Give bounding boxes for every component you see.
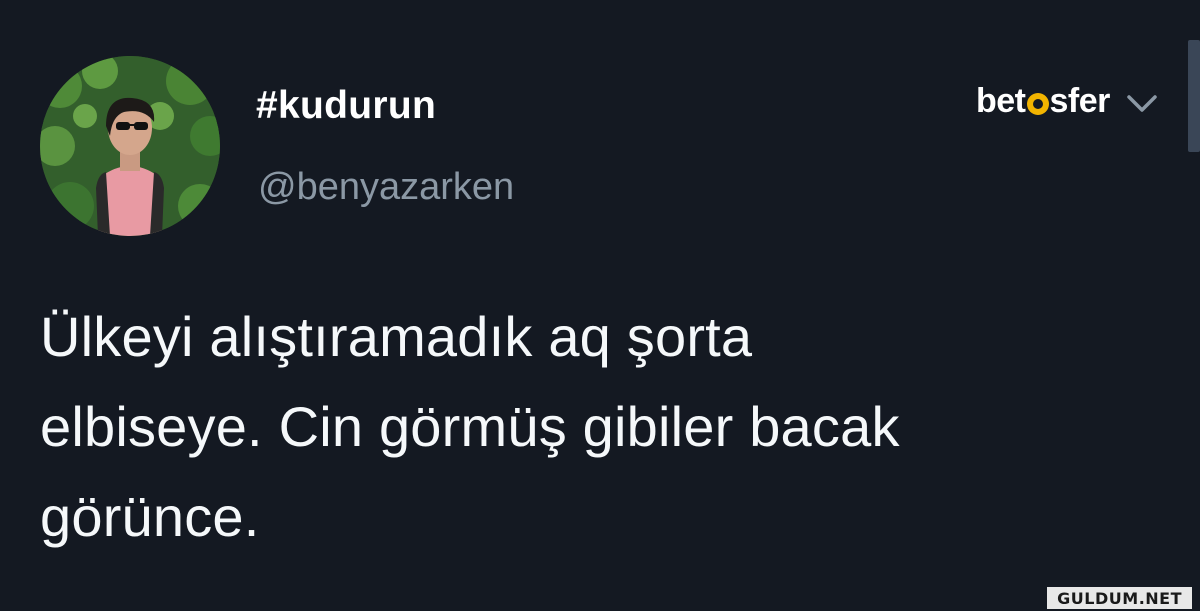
scrollbar-thumb[interactable] [1188, 40, 1200, 152]
display-name[interactable]: #kudurun [256, 84, 436, 128]
watermark: GULDUM.NET [1047, 587, 1192, 609]
tweet-text-line: elbiseye. Cin görmüş gibiler bacak [40, 395, 900, 458]
tweet-text-line: Ülkeyi alıştıramadık aq şorta [40, 305, 753, 368]
user-handle[interactable]: @benyazarken [258, 166, 514, 209]
brand-mark-icon [1026, 92, 1049, 115]
brand-logo-prefix: bet [976, 82, 1026, 120]
tweet-text-line: görünce. [40, 485, 260, 548]
brand-logo-suffix: sfer [1049, 82, 1111, 120]
tweet-card: #kudurun @benyazarken bet sfer Ülkeyi al… [0, 0, 1200, 611]
avatar-photo [40, 56, 220, 236]
tweet-text: Ülkeyi alıştıramadık aq şorta elbiseye. … [40, 292, 1170, 562]
chevron-down-icon[interactable] [1124, 88, 1160, 118]
avatar[interactable] [40, 56, 220, 236]
brand-logo: bet sfer [976, 82, 1110, 121]
